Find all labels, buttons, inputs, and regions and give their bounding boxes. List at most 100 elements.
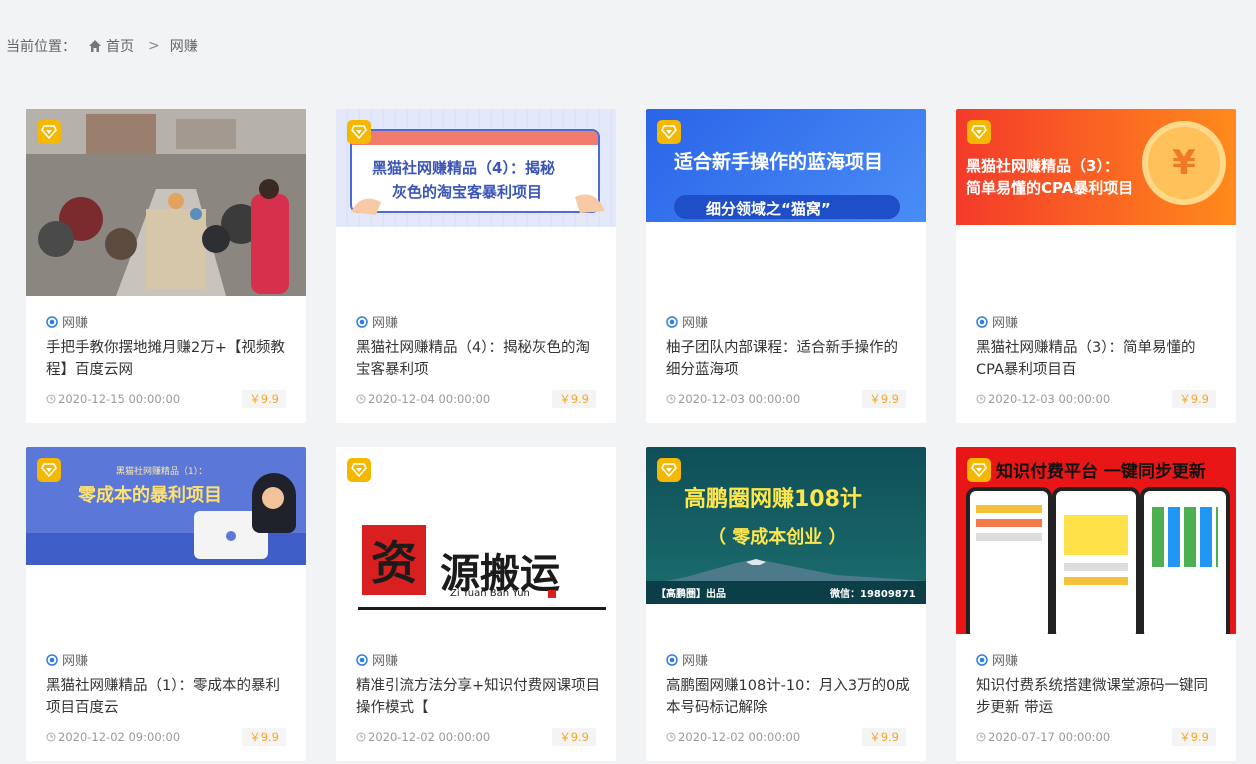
vip-badge: [37, 458, 61, 482]
category-label: 网赚: [682, 654, 709, 669]
post-category[interactable]: 网赚: [356, 312, 398, 331]
post-price: ￥9.9: [242, 390, 286, 408]
diamond-icon: [661, 463, 677, 477]
post-title[interactable]: 手把手教你摆地摊月赚2万+【视频教程】百度云网: [46, 337, 291, 381]
clock-icon: [976, 732, 986, 742]
post-price: ￥9.9: [1172, 728, 1216, 746]
post-thumbnail[interactable]: 黑猫社网赚精品（4）：揭秘 灰色的淘宝客暴利项目: [336, 109, 616, 227]
pinyin-text: Zi Yuan Ban Yun: [450, 588, 530, 599]
category-label: 网赚: [992, 654, 1019, 669]
post-date: 2020-12-02 09:00:00: [46, 730, 180, 744]
post-date: 2020-12-02 00:00:00: [356, 730, 490, 744]
post-thumbnail[interactable]: [26, 109, 306, 296]
post-thumbnail[interactable]: 知识付费平台 一键同步更新: [956, 447, 1236, 634]
seal-text: 资: [371, 536, 417, 590]
post-card[interactable]: 网赚 手把手教你摆地摊月赚2万+【视频教程】百度云网 2020-12-15 00…: [26, 109, 306, 423]
clock-icon: [976, 394, 986, 404]
clock-icon: [46, 394, 56, 404]
clock-icon: [666, 394, 676, 404]
post-thumbnail[interactable]: 高鹏圈网赚108计 （ 零成本创业 ） 【高鹏圈】出品 微信：19809871: [646, 447, 926, 604]
post-meta: 2020-12-15 00:00:00 ￥9.9: [46, 390, 286, 408]
post-thumbnail[interactable]: 黑猫社网赚精品（1）： 零成本的暴利项目: [26, 447, 306, 565]
post-meta: 2020-12-03 00:00:00 ￥9.9: [666, 390, 906, 408]
post-category[interactable]: 网赚: [46, 312, 88, 331]
diamond-icon: [661, 125, 677, 139]
post-date: 2020-07-17 00:00:00: [976, 730, 1110, 744]
thumb-line-2: （ 零成本创业 ）: [708, 527, 847, 548]
phone-mockup: [1052, 487, 1140, 634]
post-card[interactable]: 知识付费平台 一键同步更新 网赚 知识付费系统搭建微课堂源码一键同步更新 带运: [956, 447, 1236, 761]
post-card[interactable]: 资 源搬运 Zi Yuan Ban Yun 网赚 精准引流方法分享+知识付费网课…: [336, 447, 616, 761]
post-thumbnail[interactable]: 资 源搬运 Zi Yuan Ban Yun: [336, 447, 616, 634]
breadcrumb-separator: >: [148, 38, 160, 54]
clock-icon: [46, 732, 56, 742]
post-meta: 2020-07-17 00:00:00 ￥9.9: [976, 728, 1216, 746]
category-icon: [666, 653, 678, 666]
breadcrumb-current-link[interactable]: 网赚: [170, 36, 198, 56]
post-thumbnail[interactable]: 黑猫社网赚精品（3）： 简单易懂的CPA暴利项目 ¥: [956, 109, 1236, 225]
post-grid: 网赚 手把手教你摆地摊月赚2万+【视频教程】百度云网 2020-12-15 00…: [26, 109, 1236, 761]
thumb-line-2: 细分领域之“猫窝”: [706, 200, 831, 218]
post-card[interactable]: 高鹏圈网赚108计 （ 零成本创业 ） 【高鹏圈】出品 微信：19809871 …: [646, 447, 926, 761]
hand-icon: [575, 194, 605, 213]
clock-icon: [356, 732, 366, 742]
breadcrumb: 当前位置： 首页 > 网赚: [6, 36, 198, 56]
vip-badge: [347, 458, 371, 482]
post-date: 2020-12-03 00:00:00: [976, 392, 1110, 406]
post-card[interactable]: 适合新手操作的蓝海项目 细分领域之“猫窝” 网赚 柚子团队内部课程：适合新手操作…: [646, 109, 926, 423]
post-date-text: 2020-07-17 00:00:00: [988, 730, 1111, 744]
post-category[interactable]: 网赚: [976, 650, 1018, 669]
post-price: ￥9.9: [242, 728, 286, 746]
category-icon: [46, 653, 58, 666]
clock-icon: [666, 732, 676, 742]
phone-banner: [1064, 515, 1128, 555]
post-meta: 2020-12-02 00:00:00 ￥9.9: [356, 728, 596, 746]
vip-badge: [37, 120, 61, 144]
coin-symbol: ¥: [1172, 143, 1196, 183]
post-category[interactable]: 网赚: [46, 650, 88, 669]
category-label: 网赚: [62, 316, 89, 331]
post-category[interactable]: 网赚: [356, 650, 398, 669]
post-title[interactable]: 黑猫社网赚精品（1）：零成本的暴利项目百度云: [46, 675, 291, 719]
category-label: 网赚: [372, 654, 399, 669]
laptop-logo: [226, 531, 236, 541]
coin-icon: ¥: [1142, 121, 1226, 205]
thumb-footer-right: 微信：19809871: [830, 589, 916, 600]
post-price: ￥9.9: [862, 390, 906, 408]
post-meta: 2020-12-03 00:00:00 ￥9.9: [976, 390, 1216, 408]
post-price: ￥9.9: [1172, 390, 1216, 408]
breadcrumb-home-link[interactable]: 首页: [106, 36, 134, 56]
vip-badge: [657, 120, 681, 144]
phone-mockup: [966, 487, 1052, 634]
post-category[interactable]: 网赚: [976, 312, 1018, 331]
seal-stamp: 资: [362, 525, 426, 595]
post-title[interactable]: 知识付费系统搭建微课堂源码一键同步更新 带运: [976, 675, 1221, 719]
post-title[interactable]: 黑猫社网赚精品（3）：简单易懂的CPA暴利项目百: [976, 337, 1221, 381]
post-date-text: 2020-12-02 00:00:00: [368, 730, 491, 744]
post-date-text: 2020-12-03 00:00:00: [678, 392, 801, 406]
post-title[interactable]: 黑猫社网赚精品（4）：揭秘灰色的淘宝客暴利项: [356, 337, 601, 381]
post-thumbnail[interactable]: 适合新手操作的蓝海项目 细分领域之“猫窝”: [646, 109, 926, 222]
post-title[interactable]: 精准引流方法分享+知识付费网课项目操作模式【: [356, 675, 601, 719]
thumb-line-1: 适合新手操作的蓝海项目: [674, 151, 884, 173]
hand-icon: [351, 198, 381, 215]
post-category[interactable]: 网赚: [666, 650, 708, 669]
phone-row: [976, 505, 1042, 513]
post-category[interactable]: 网赚: [666, 312, 708, 331]
thumb-line-2: 灰色的淘宝客暴利项目: [392, 183, 543, 201]
diamond-icon: [41, 463, 57, 477]
post-card[interactable]: 黑猫社网赚精品（4）：揭秘 灰色的淘宝客暴利项目 网赚 黑猫社网赚精品（4）：揭…: [336, 109, 616, 423]
category-icon: [356, 315, 368, 328]
diamond-icon: [971, 463, 987, 477]
post-card[interactable]: 黑猫社网赚精品（3）： 简单易懂的CPA暴利项目 ¥ 网赚 黑猫社网赚精品（3）…: [956, 109, 1236, 423]
phone-row: [976, 519, 1042, 527]
post-date-text: 2020-12-02 09:00:00: [58, 730, 181, 744]
post-card[interactable]: 黑猫社网赚精品（1）： 零成本的暴利项目 网赚 黑猫社网赚精品（1）：零成本的暴…: [26, 447, 306, 761]
thumb-line-1: 黑猫社网赚精品（1）：: [116, 467, 208, 477]
post-meta: 2020-12-02 09:00:00 ￥9.9: [46, 728, 286, 746]
thumb-footer-left: 【高鹏圈】出品: [656, 589, 726, 600]
clock-icon: [356, 394, 366, 404]
post-title[interactable]: 高鹏圈网赚108计-10：月入3万的0成本号码标记解除: [666, 675, 911, 719]
post-title[interactable]: 柚子团队内部课程：适合新手操作的细分蓝海项: [666, 337, 911, 381]
phone-app-grid: [1152, 507, 1218, 567]
